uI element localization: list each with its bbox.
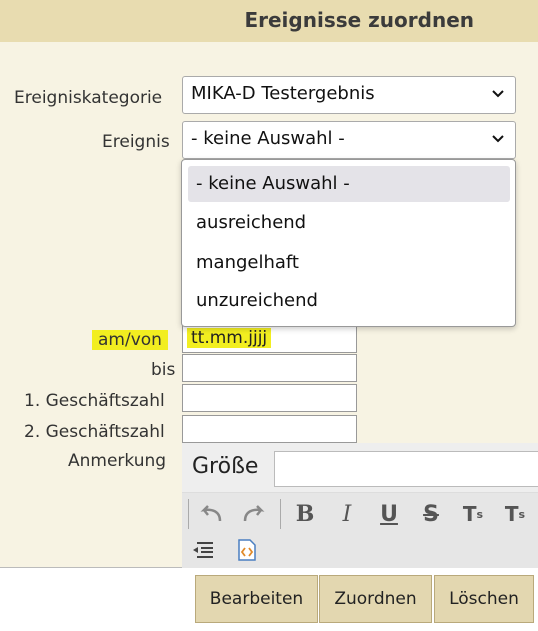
ereignis-value: - keine Auswahl - [191,128,345,149]
bis-label: bis [151,360,176,380]
kategorie-value: MIKA-D Testergebnis [191,83,375,104]
chevron-down-icon [492,135,504,143]
outdent-icon[interactable] [188,535,218,565]
header-bar: Ereignisse zuordnen [0,0,538,42]
source-icon[interactable] [232,535,262,565]
superscript-icon[interactable]: Ts [498,497,532,531]
page-title: Ereignisse zuordnen [244,8,474,32]
editor-format-bar: Größe [182,443,538,493]
anmerkung-label: Anmerkung [68,451,167,471]
kategorie-label: Ereigniskategorie [14,88,163,108]
size-select[interactable] [274,451,538,487]
amvon-field[interactable]: tt.mm.jjjj [182,325,357,353]
size-label: Größe [192,454,259,479]
amvon-label: am/von [92,330,168,350]
gz1-label: 1. Geschäftszahl [24,391,165,411]
redo-icon[interactable] [237,497,271,531]
gz2-field[interactable] [182,415,357,443]
zuordnen-button[interactable]: Zuordnen [319,575,432,623]
editor-toolbar: B I U S Ts Ts [182,493,538,569]
ereignis-dropdown-list: - keine Auswahl - ausreichend mangelhaft… [181,159,516,327]
toolbar-separator [280,499,281,529]
chevron-down-icon [492,90,504,98]
italic-icon[interactable]: I [330,497,364,531]
amvon-placeholder: tt.mm.jjjj [187,328,272,348]
gz2-label: 2. Geschäftszahl [24,422,165,442]
bis-field[interactable] [182,354,357,382]
ereignis-label: Ereignis [102,132,170,152]
dropdown-option-mangelhaft[interactable]: mangelhaft [188,245,510,281]
bearbeiten-button[interactable]: Bearbeiten [195,575,318,623]
dropdown-option-keine[interactable]: - keine Auswahl - [188,166,510,202]
ereignis-select[interactable]: - keine Auswahl - [182,121,516,159]
undo-icon[interactable] [194,497,228,531]
gz1-field[interactable] [182,384,357,412]
strikethrough-icon[interactable]: S [414,497,448,531]
loeschen-button[interactable]: Löschen [434,575,534,623]
toolbar-separator [188,499,189,529]
dropdown-option-ausreichend[interactable]: ausreichend [188,205,510,241]
underline-icon[interactable]: U [372,497,406,531]
subscript-icon[interactable]: Ts [456,497,490,531]
kategorie-select[interactable]: MIKA-D Testergebnis [182,76,516,114]
bold-icon[interactable]: B [288,497,322,531]
dropdown-option-unzureichend[interactable]: unzureichend [188,283,510,319]
